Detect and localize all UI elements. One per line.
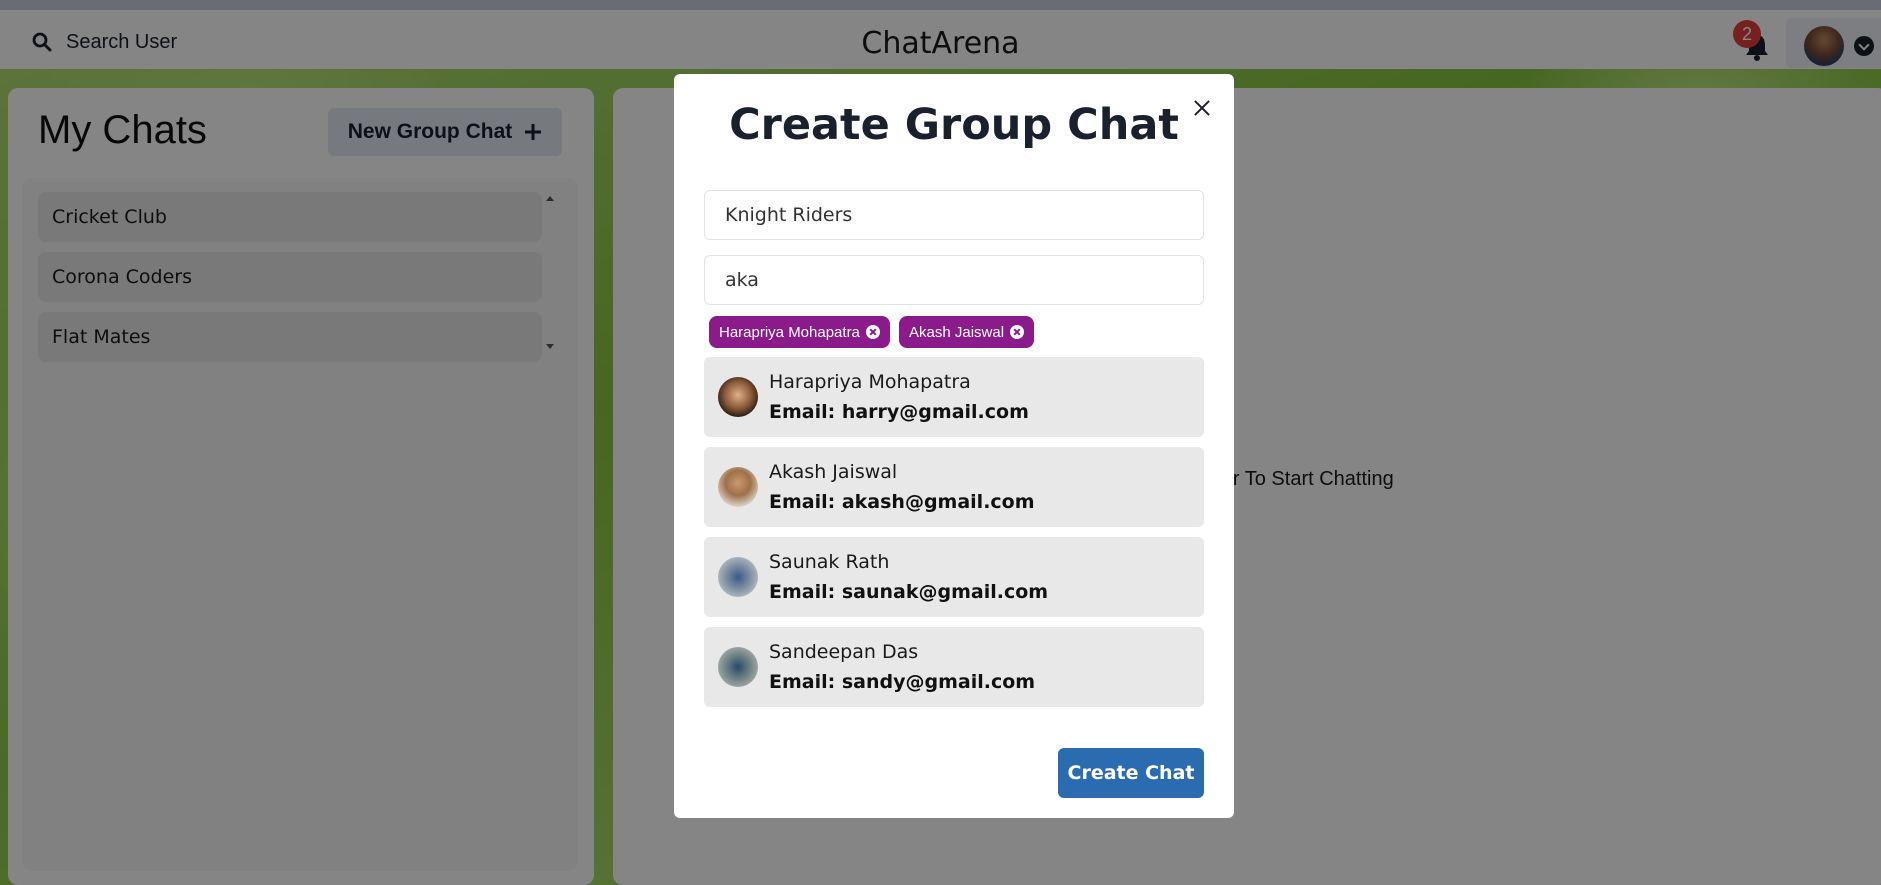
user-name: Harapriya Mohapatra — [769, 371, 971, 393]
tag-label: Akash Jaiswal — [909, 323, 1005, 341]
close-icon[interactable] — [1186, 92, 1218, 124]
avatar — [718, 557, 758, 597]
user-name: Saunak Rath — [769, 551, 890, 573]
user-result-item[interactable]: Harapriya Mohapatra Email: harry@gmail.c… — [704, 357, 1204, 437]
user-email: Email: akash@gmail.com — [769, 491, 1035, 513]
remove-tag-icon[interactable] — [865, 325, 880, 339]
avatar — [718, 647, 758, 687]
user-name: Sandeepan Das — [769, 641, 919, 663]
add-users-input[interactable]: aka — [704, 255, 1204, 305]
user-email: Email: saunak@gmail.com — [769, 581, 1049, 603]
user-result-item[interactable]: Sandeepan Das Email: sandy@gmail.com — [704, 627, 1204, 707]
avatar — [718, 467, 758, 507]
user-result-item[interactable]: Akash Jaiswal Email: akash@gmail.com — [704, 447, 1204, 527]
chat-name-input[interactable]: Knight Riders — [704, 190, 1204, 240]
user-email: Email: sandy@gmail.com — [769, 671, 1036, 693]
selected-user-tag: Harapriya Mohapatra — [709, 316, 890, 348]
create-group-modal: Create Group Chat Knight Riders aka Hara… — [674, 74, 1234, 818]
create-chat-button[interactable]: Create Chat — [1058, 748, 1204, 798]
modal-title: Create Group Chat — [729, 100, 1179, 150]
avatar — [718, 377, 758, 417]
tag-label: Harapriya Mohapatra — [719, 323, 860, 341]
remove-tag-icon[interactable] — [1010, 325, 1025, 339]
user-name: Akash Jaiswal — [769, 461, 898, 483]
selected-user-tag: Akash Jaiswal — [899, 316, 1035, 348]
user-result-item[interactable]: Saunak Rath Email: saunak@gmail.com — [704, 537, 1204, 617]
user-email: Email: harry@gmail.com — [769, 401, 1029, 423]
